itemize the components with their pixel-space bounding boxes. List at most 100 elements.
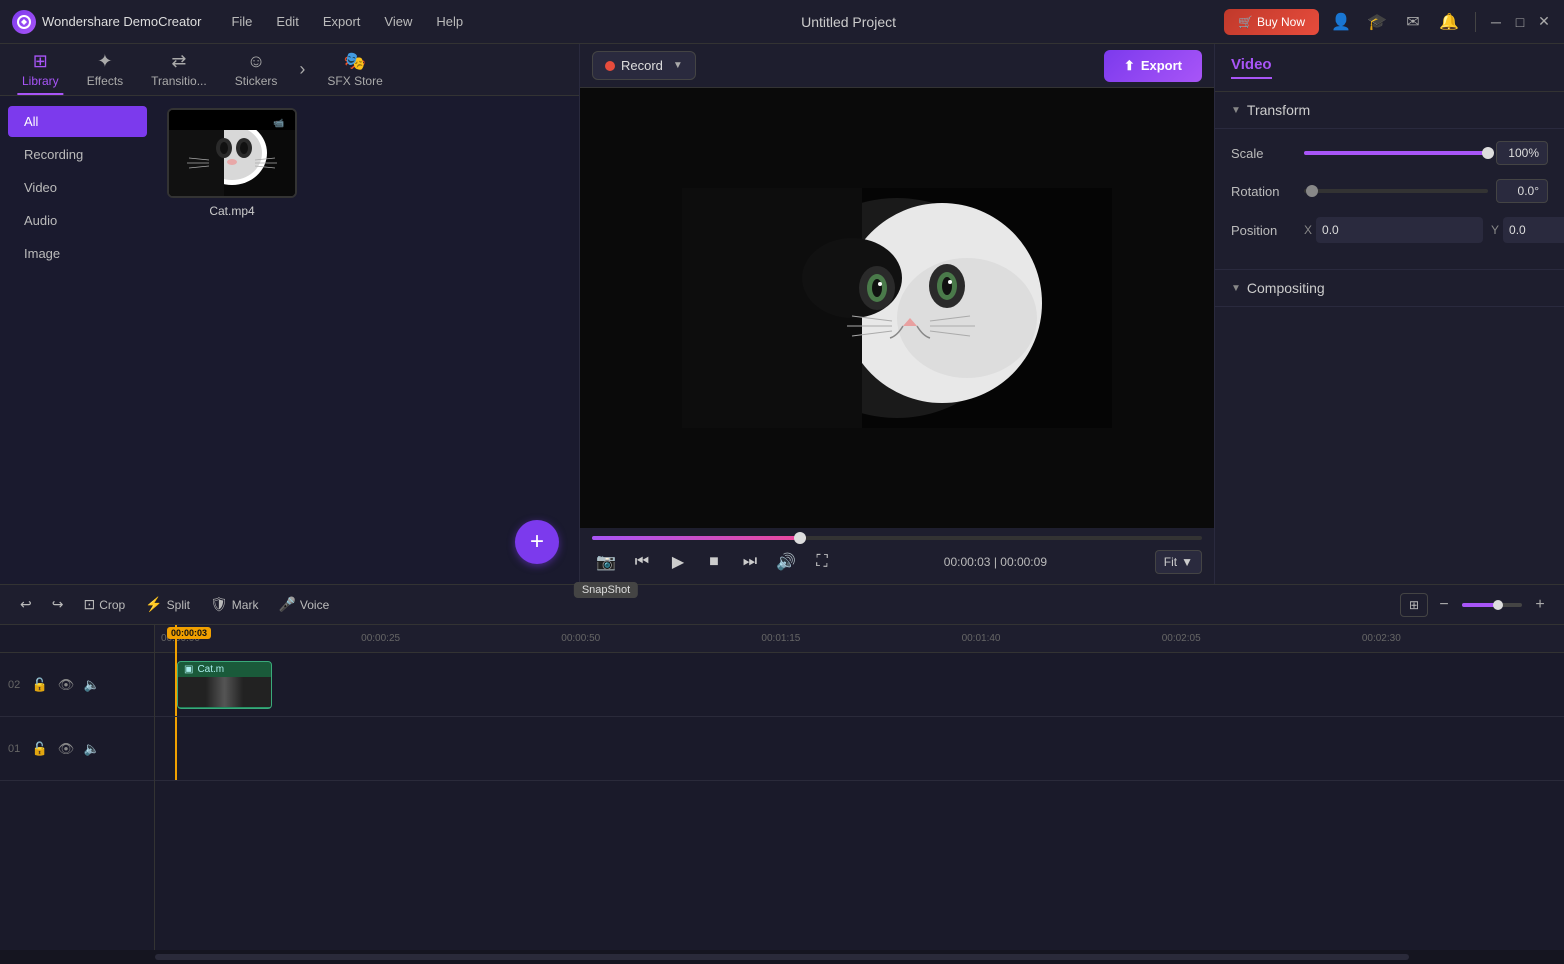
transform-section-header[interactable]: ▼ Transform bbox=[1215, 92, 1564, 129]
tab-sfxstore[interactable]: 🎭 SFX Store bbox=[313, 45, 396, 94]
y-prefix: Y bbox=[1491, 223, 1499, 237]
nav-audio[interactable]: Audio bbox=[8, 205, 147, 236]
snapshot-tooltip: SnapShot bbox=[574, 582, 638, 598]
rotation-slider-container bbox=[1304, 189, 1488, 193]
track-visible-icon[interactable]: 👁 bbox=[56, 675, 76, 695]
nav-all[interactable]: All bbox=[8, 106, 147, 137]
right-panel: Video ▼ Transform Scale 100% bbox=[1214, 44, 1564, 584]
position-inputs: X Y bbox=[1304, 217, 1564, 243]
mark-icon: 🛡 bbox=[210, 596, 228, 613]
menu-help[interactable]: Help bbox=[426, 10, 473, 33]
add-media-button[interactable]: + bbox=[515, 520, 559, 564]
progress-bar[interactable] bbox=[592, 536, 1202, 540]
track-02-icons: 🔓 👁 🔈 bbox=[30, 675, 102, 695]
maximize-button[interactable]: □ bbox=[1512, 14, 1528, 30]
export-icon: ⬆ bbox=[1124, 58, 1135, 74]
user-icon[interactable]: 👤 bbox=[1327, 8, 1355, 36]
split-button[interactable]: ⚡ Split bbox=[137, 592, 198, 617]
track-01-visible-icon[interactable]: 👁 bbox=[56, 739, 76, 759]
track-labels: 02 🔓 👁 🔈 01 🔓 👁 🔈 bbox=[0, 625, 155, 950]
preview-header: Record ▼ ⬆ Export bbox=[580, 44, 1214, 88]
position-y-container: Y bbox=[1491, 217, 1564, 243]
scale-slider[interactable] bbox=[1304, 151, 1488, 155]
right-panel-header: Video bbox=[1215, 44, 1564, 92]
redo-button[interactable]: ↪ bbox=[44, 592, 72, 617]
menu-view[interactable]: View bbox=[374, 10, 422, 33]
tab-more-button[interactable]: › bbox=[291, 53, 313, 86]
menu-bar: File Edit Export View Help bbox=[221, 10, 473, 33]
tab-library[interactable]: ⊞ Library bbox=[8, 45, 73, 94]
close-button[interactable]: ✕ bbox=[1536, 14, 1552, 30]
title-bar-right: 🛒 Buy Now 👤 🎓 ✉ 🔔 ─ □ ✕ bbox=[1224, 8, 1552, 36]
mail-icon[interactable]: ✉ bbox=[1399, 8, 1427, 36]
library-sidebar: All Recording Video Audio Image bbox=[0, 96, 155, 584]
snapshot-button[interactable]: 📷 bbox=[592, 548, 620, 576]
fit-button[interactable]: Fit ▼ bbox=[1155, 550, 1202, 574]
zoom-thumb bbox=[1493, 600, 1503, 610]
buy-now-button[interactable]: 🛒 Buy Now bbox=[1224, 9, 1319, 35]
app-name: Wondershare DemoCreator bbox=[42, 14, 201, 29]
scale-label: Scale bbox=[1231, 146, 1296, 161]
tab-stickers[interactable]: ☺ Stickers bbox=[221, 45, 292, 94]
undo-button[interactable]: ↩ bbox=[12, 592, 40, 617]
track-01-mute-icon[interactable]: 🔈 bbox=[82, 739, 102, 759]
library-icon: ⊞ bbox=[33, 51, 48, 72]
app-logo: Wondershare DemoCreator bbox=[12, 10, 201, 34]
nav-recording[interactable]: Recording bbox=[8, 139, 147, 170]
nav-image[interactable]: Image bbox=[8, 238, 147, 269]
fit-timeline-icon: ⊞ bbox=[1409, 598, 1419, 612]
tab-transitions[interactable]: ⇄ Transitio... bbox=[137, 45, 221, 94]
list-item[interactable]: 📹 Cat.mp4 bbox=[167, 108, 297, 218]
scale-value[interactable]: 100% bbox=[1496, 141, 1548, 165]
timeline-scrollbar[interactable] bbox=[0, 950, 1564, 964]
effects-icon: ✦ bbox=[97, 51, 112, 72]
fit-arrow: ▼ bbox=[1181, 555, 1193, 569]
sfx-icon: 🎭 bbox=[344, 51, 366, 72]
redo-icon: ↪ bbox=[52, 596, 64, 613]
track-row-02: ▣ Cat.m bbox=[155, 653, 1564, 717]
minimize-button[interactable]: ─ bbox=[1488, 14, 1504, 30]
fit-timeline-button[interactable]: ⊞ bbox=[1400, 593, 1428, 617]
play-button[interactable]: ▶ bbox=[664, 548, 692, 576]
stop-button[interactable]: ■ bbox=[700, 548, 728, 576]
fullscreen-button[interactable]: ⛶ bbox=[808, 548, 836, 576]
nav-video[interactable]: Video bbox=[8, 172, 147, 203]
playback-bar: 📷 SnapShot ⏮ ▶ ■ ⏭ 🔊 ⛶ 00:00:03 | 00:00 bbox=[580, 528, 1214, 584]
position-y-input[interactable] bbox=[1503, 217, 1564, 243]
record-label: Record bbox=[621, 58, 663, 73]
menu-edit[interactable]: Edit bbox=[266, 10, 308, 33]
project-title: Untitled Project bbox=[481, 14, 1216, 30]
track-01-lock-icon[interactable]: 🔓 bbox=[30, 739, 50, 759]
rotation-value[interactable]: 0.0° bbox=[1496, 179, 1548, 203]
zoom-slider[interactable] bbox=[1462, 603, 1522, 607]
zoom-out-button[interactable]: − bbox=[1432, 593, 1456, 617]
record-button[interactable]: Record ▼ bbox=[592, 51, 696, 80]
learn-icon[interactable]: 🎓 bbox=[1363, 8, 1391, 36]
transform-content: Scale 100% Rotation bbox=[1215, 129, 1564, 270]
position-row: Position X Y bbox=[1231, 217, 1548, 243]
mark-button[interactable]: 🛡 Mark bbox=[202, 592, 266, 617]
volume-button[interactable]: 🔊 bbox=[772, 548, 800, 576]
voice-button[interactable]: 🎤 Voice bbox=[270, 592, 337, 617]
compositing-label: Compositing bbox=[1247, 280, 1325, 296]
tab-effects[interactable]: ✦ Effects bbox=[73, 45, 137, 94]
left-panel: ⊞ Library ✦ Effects ⇄ Transitio... ☺ Sti… bbox=[0, 44, 580, 584]
notification-icon[interactable]: 🔔 bbox=[1435, 8, 1463, 36]
compositing-section-header[interactable]: ▼ Compositing bbox=[1215, 270, 1564, 307]
menu-export[interactable]: Export bbox=[313, 10, 371, 33]
track-label-01: 01 🔓 👁 🔈 bbox=[0, 717, 154, 781]
current-time: 00:00:03 bbox=[944, 555, 991, 569]
track-lock-icon[interactable]: 🔓 bbox=[30, 675, 50, 695]
zoom-in-button[interactable]: + bbox=[1528, 593, 1552, 617]
menu-file[interactable]: File bbox=[221, 10, 262, 33]
clip-cat[interactable]: ▣ Cat.m bbox=[177, 661, 272, 709]
rotation-slider[interactable] bbox=[1304, 189, 1488, 193]
forward-button[interactable]: ⏭ bbox=[736, 548, 764, 576]
position-x-input[interactable] bbox=[1316, 217, 1483, 243]
track-mute-icon[interactable]: 🔈 bbox=[82, 675, 102, 695]
export-button[interactable]: ⬆ Export bbox=[1104, 50, 1202, 82]
fit-label: Fit bbox=[1164, 555, 1177, 569]
rewind-button[interactable]: ⏮ bbox=[628, 548, 656, 576]
crop-button[interactable]: ⊡ Crop bbox=[75, 592, 133, 617]
scroll-track[interactable] bbox=[155, 954, 1409, 960]
